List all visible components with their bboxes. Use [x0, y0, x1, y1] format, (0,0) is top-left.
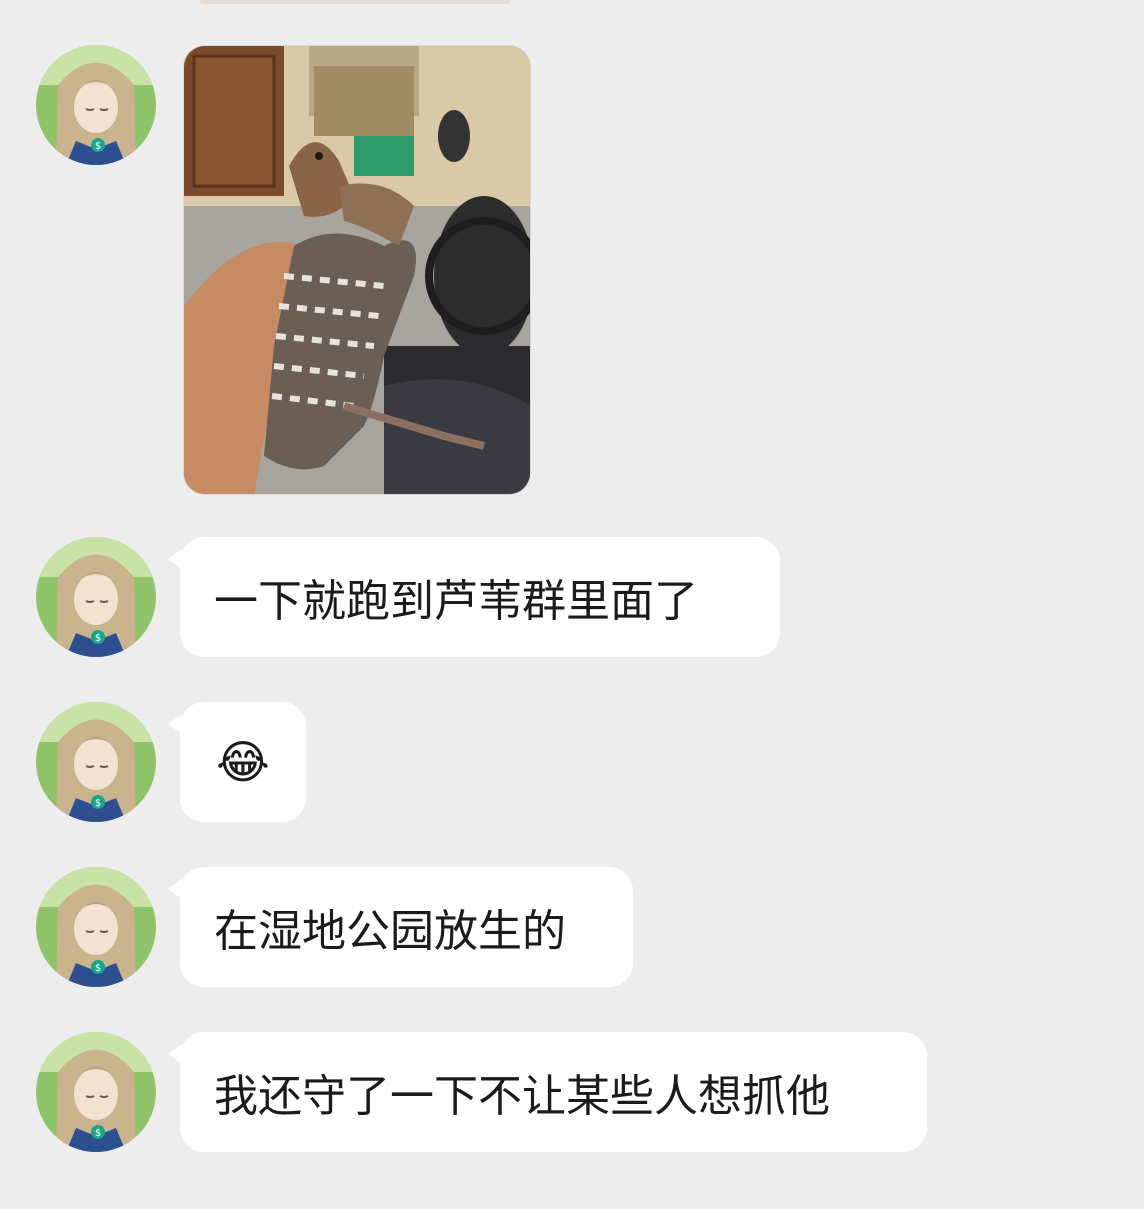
bubble-tail — [168, 1044, 182, 1064]
bubble-tail — [168, 549, 182, 569]
message-text: 我还守了一下不让某些人想抓他 — [214, 1071, 830, 1122]
svg-text:$: $ — [95, 141, 101, 152]
svg-text:$: $ — [95, 963, 101, 974]
sender-avatar[interactable]: $ — [36, 702, 156, 822]
sender-avatar[interactable]: $ — [36, 537, 156, 657]
sender-avatar[interactable]: $ — [36, 45, 156, 165]
sender-avatar[interactable]: $ — [36, 867, 156, 987]
svg-text:$: $ — [95, 1128, 101, 1139]
message-bubble[interactable]: 我还守了一下不让某些人想抓他 — [168, 1032, 927, 1152]
bubble-tail — [168, 879, 182, 899]
svg-text:$: $ — [95, 798, 101, 809]
sender-avatar[interactable]: $ — [36, 1032, 156, 1152]
svg-text:$: $ — [95, 633, 101, 644]
message-bubble[interactable]: 在湿地公园放生的 — [168, 867, 633, 987]
message-text: 一下就跑到芦苇群里面了 — [214, 576, 698, 627]
message-text: 在湿地公园放生的 — [214, 906, 566, 957]
bird-photo[interactable] — [183, 45, 531, 495]
message-bubble[interactable]: 😂 — [168, 702, 306, 822]
bubble-tail — [168, 714, 182, 734]
previous-message-edge — [200, 0, 510, 4]
laughing-crying-emoji: 😂 — [216, 735, 270, 789]
message-bubble[interactable]: 一下就跑到芦苇群里面了 — [168, 537, 780, 657]
